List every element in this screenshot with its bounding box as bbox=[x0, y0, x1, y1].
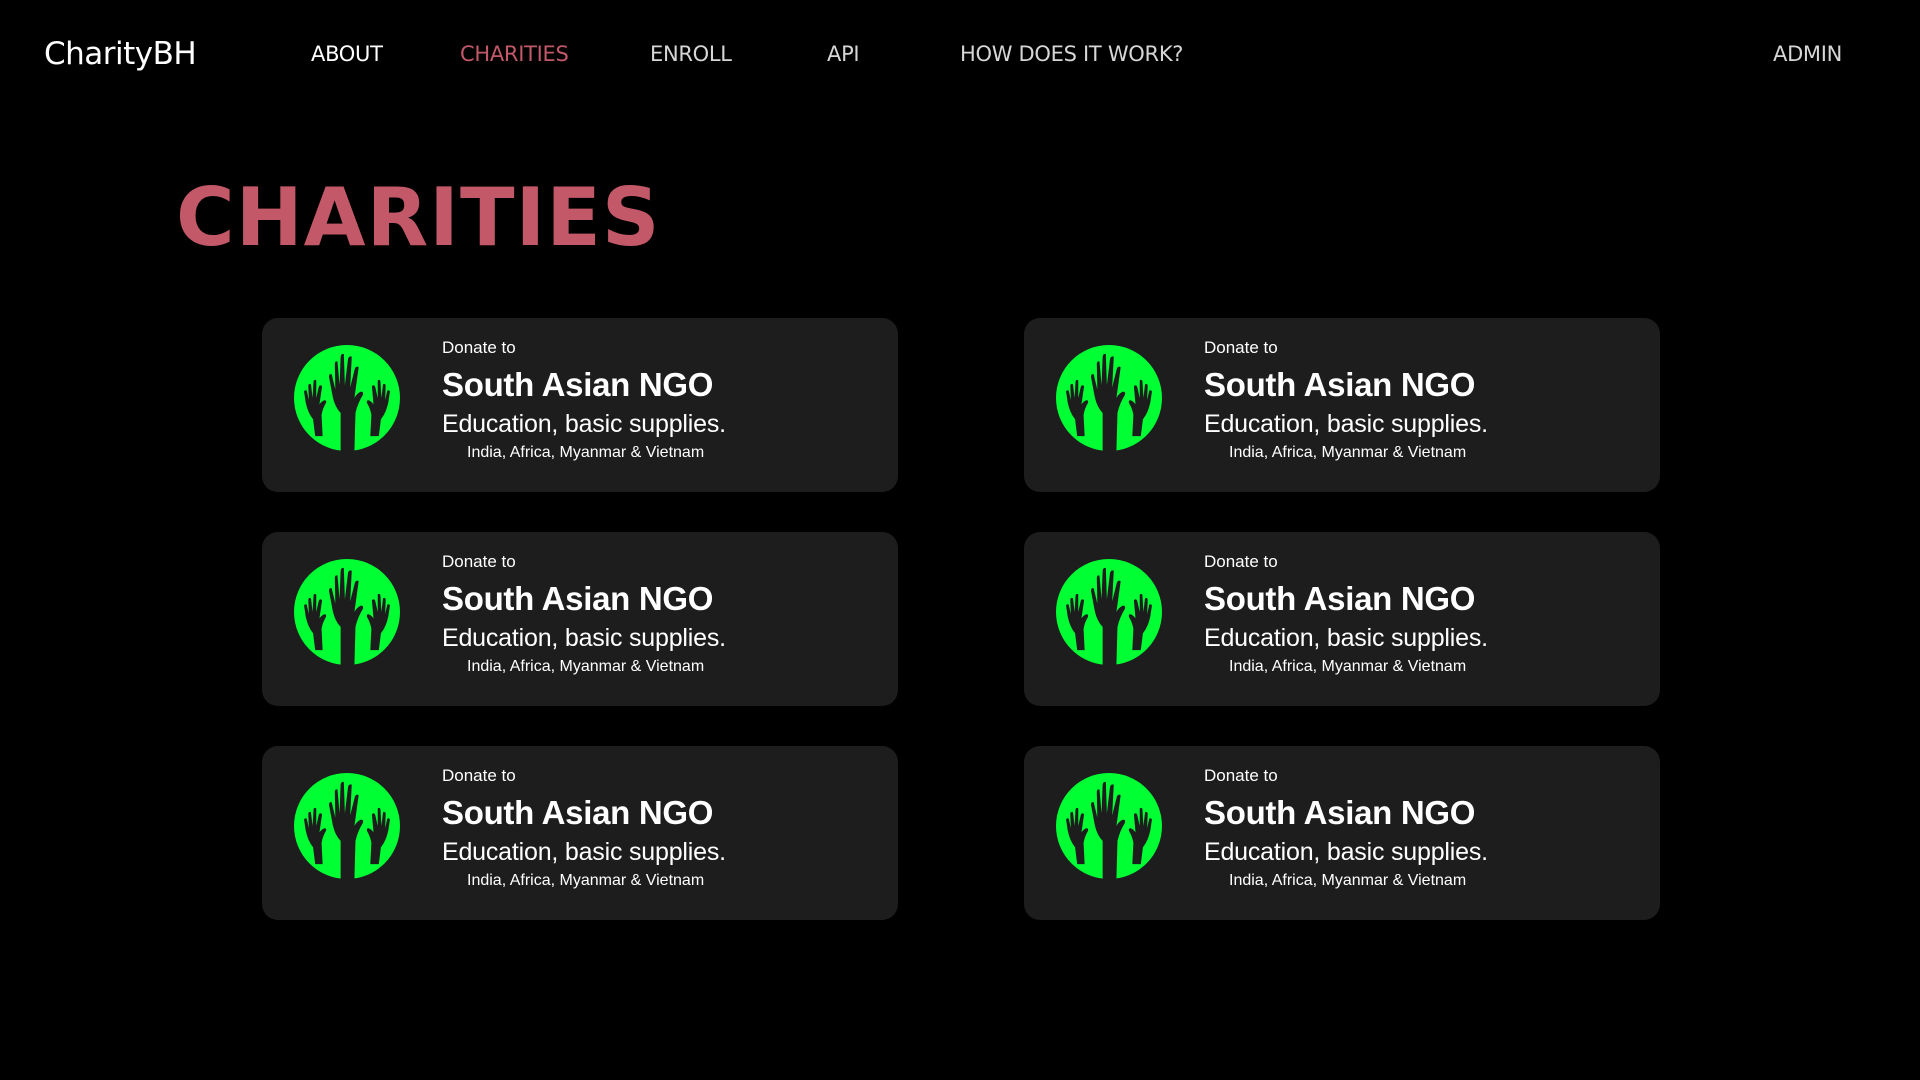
charity-card-text: Donate to South Asian NGO Education, bas… bbox=[1204, 338, 1488, 463]
raised-hands-icon bbox=[294, 345, 400, 451]
charity-card[interactable]: Donate to South Asian NGO Education, bas… bbox=[1024, 746, 1660, 920]
charity-regions: India, Africa, Myanmar & Vietnam bbox=[1229, 444, 1467, 461]
charity-cause: Education, basic supplies. bbox=[442, 624, 726, 652]
charity-cause: Education, basic supplies. bbox=[1204, 410, 1488, 438]
raised-hands-icon bbox=[294, 559, 400, 665]
nav-enroll[interactable]: ENROLL bbox=[650, 42, 732, 66]
charity-regions: India, Africa, Myanmar & Vietnam bbox=[467, 872, 705, 889]
charity-card[interactable]: Donate to South Asian NGO Education, bas… bbox=[262, 318, 898, 492]
charity-name: South Asian NGO bbox=[1204, 580, 1476, 617]
charity-card-text: Donate to South Asian NGO Education, bas… bbox=[442, 552, 726, 677]
charity-grid: Donate to South Asian NGO Education, bas… bbox=[262, 318, 1660, 920]
charity-regions: India, Africa, Myanmar & Vietnam bbox=[1229, 872, 1467, 889]
donate-label: Donate to bbox=[442, 766, 516, 785]
raised-hands-icon bbox=[1056, 559, 1162, 665]
charity-regions: India, Africa, Myanmar & Vietnam bbox=[467, 444, 705, 461]
nav-api[interactable]: API bbox=[827, 42, 860, 66]
page-title: CHARITIES bbox=[176, 171, 661, 264]
charity-regions: India, Africa, Myanmar & Vietnam bbox=[1229, 658, 1467, 675]
donate-label: Donate to bbox=[1204, 552, 1278, 571]
donate-label: Donate to bbox=[1204, 766, 1278, 785]
nav-admin[interactable]: ADMIN bbox=[1773, 42, 1842, 66]
brand-logo-link[interactable]: CharityBH bbox=[44, 36, 197, 72]
charity-cause: Education, basic supplies. bbox=[1204, 838, 1488, 866]
charity-card-text: Donate to South Asian NGO Education, bas… bbox=[442, 766, 726, 891]
top-navbar: CharityBH ABOUT CHARITIES ENROLL API HOW… bbox=[0, 0, 1920, 110]
charity-card[interactable]: Donate to South Asian NGO Education, bas… bbox=[262, 746, 898, 920]
charity-name: South Asian NGO bbox=[442, 366, 714, 403]
raised-hands-icon bbox=[294, 773, 400, 879]
raised-hands-icon bbox=[1056, 773, 1162, 879]
nav-about[interactable]: ABOUT bbox=[311, 42, 383, 66]
charity-cause: Education, basic supplies. bbox=[442, 410, 726, 438]
charity-card-text: Donate to South Asian NGO Education, bas… bbox=[1204, 766, 1488, 891]
charity-card-text: Donate to South Asian NGO Education, bas… bbox=[1204, 552, 1488, 677]
charity-cause: Education, basic supplies. bbox=[442, 838, 726, 866]
charity-card-text: Donate to South Asian NGO Education, bas… bbox=[442, 338, 726, 463]
charity-name: South Asian NGO bbox=[442, 580, 714, 617]
charity-card[interactable]: Donate to South Asian NGO Education, bas… bbox=[1024, 532, 1660, 706]
nav-how-does-it-work[interactable]: HOW DOES IT WORK? bbox=[960, 42, 1183, 66]
donate-label: Donate to bbox=[442, 552, 516, 571]
charity-name: South Asian NGO bbox=[442, 794, 714, 831]
raised-hands-icon bbox=[1056, 345, 1162, 451]
charity-cause: Education, basic supplies. bbox=[1204, 624, 1488, 652]
donate-label: Donate to bbox=[442, 338, 516, 357]
donate-label: Donate to bbox=[1204, 338, 1278, 357]
nav-charities[interactable]: CHARITIES bbox=[460, 42, 569, 66]
charity-name: South Asian NGO bbox=[1204, 794, 1476, 831]
charity-regions: India, Africa, Myanmar & Vietnam bbox=[467, 658, 705, 675]
charity-card[interactable]: Donate to South Asian NGO Education, bas… bbox=[1024, 318, 1660, 492]
charity-card[interactable]: Donate to South Asian NGO Education, bas… bbox=[262, 532, 898, 706]
charity-name: South Asian NGO bbox=[1204, 366, 1476, 403]
